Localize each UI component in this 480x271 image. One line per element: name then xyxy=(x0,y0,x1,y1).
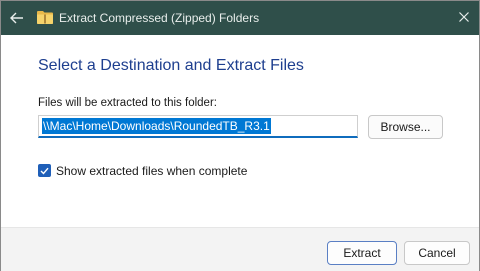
arrow-left-icon xyxy=(10,12,23,24)
close-button[interactable] xyxy=(453,7,475,27)
show-files-label[interactable]: Show extracted files when complete xyxy=(56,164,247,178)
zip-folder-icon xyxy=(37,11,53,24)
title-bar: Extract Compressed (Zipped) Folders xyxy=(1,1,479,35)
window-title: Extract Compressed (Zipped) Folders xyxy=(59,11,260,25)
extract-button[interactable]: Extract xyxy=(327,241,397,265)
dialog-footer: Extract Cancel xyxy=(1,227,479,271)
checkmark-icon xyxy=(40,167,49,175)
extract-dialog: Extract Compressed (Zipped) Folders Sele… xyxy=(0,0,480,271)
show-files-checkbox[interactable] xyxy=(38,164,51,177)
cancel-button[interactable]: Cancel xyxy=(404,241,470,265)
destination-path-text: \\Mac\Home\Downloads\RoundedTB_R3.1 xyxy=(42,118,271,134)
destination-path-input[interactable]: \\Mac\Home\Downloads\RoundedTB_R3.1 xyxy=(38,115,358,138)
back-button[interactable] xyxy=(7,8,27,28)
close-icon xyxy=(459,12,469,22)
browse-button[interactable]: Browse... xyxy=(368,115,443,139)
destination-label: Files will be extracted to this folder: xyxy=(38,97,217,109)
page-heading: Select a Destination and Extract Files xyxy=(38,57,304,74)
